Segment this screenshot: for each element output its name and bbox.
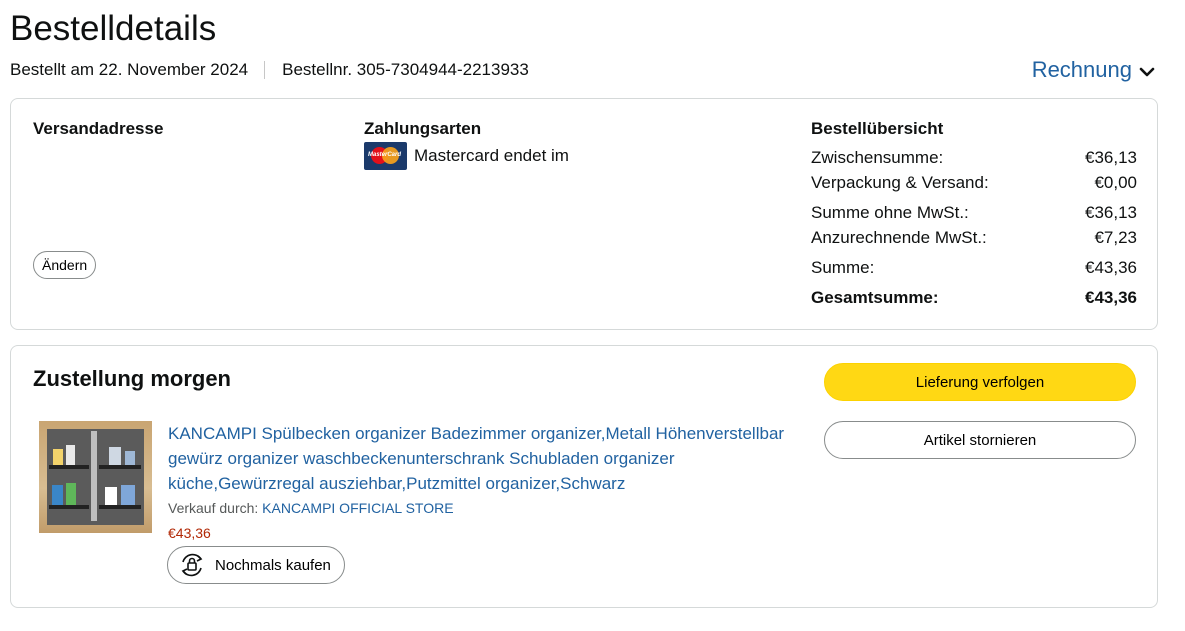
sold-by-label: Verkauf durch: [168,500,259,516]
seller-link[interactable]: KANCAMPI OFFICIAL STORE [262,500,453,516]
delivery-card: Zustellung morgen Lieferung verfolgen Ar… [10,345,1158,608]
order-date: Bestellt am 22. November 2024 [10,60,249,79]
delivery-status-title: Zustellung morgen [33,366,231,391]
chevron-down-icon [1139,58,1155,84]
order-meta: Bestellt am 22. November 2024 Bestellnr.… [10,60,529,80]
invoice-label: Rechnung [1031,56,1132,82]
summary-value: €7,23 [1094,228,1137,247]
summary-value: €36,13 [1085,203,1137,222]
order-summary: Bestellübersicht Zwischensumme: €36,13 V… [811,119,1137,308]
order-details-card: Versandadresse Ändern Zahlungsarten Mast… [10,98,1158,330]
payment-method: MasterCard Mastercard endet im [364,142,569,170]
summary-value: €36,13 [1085,148,1137,167]
payment-text: Mastercard endet im [414,146,569,165]
buy-again-label: Nochmals kaufen [215,556,331,574]
summary-row-total: Gesamtsumme: €43,36 [811,288,1137,308]
summary-value: €0,00 [1094,173,1137,192]
product-title-link[interactable]: KANCAMPI Spülbecken organizer Badezimmer… [168,421,808,496]
summary-label: Summe: [811,258,875,277]
cancel-item-button[interactable]: Artikel stornieren [824,421,1136,459]
order-number: Bestellnr. 305-7304944-2213933 [282,60,529,79]
buy-again-icon [177,550,207,580]
summary-label: Verpackung & Versand: [811,173,989,192]
summary-label: Summe ohne MwSt.: [811,203,969,222]
summary-value: €43,36 [1085,258,1137,277]
summary-row-sum: Summe: €43,36 [811,258,1137,278]
summary-label: Gesamtsumme: [811,288,939,307]
payment-methods-title: Zahlungsarten [364,119,482,138]
page-title: Bestelldetails [10,9,217,48]
summary-row-subtotal: Zwischensumme: €36,13 [811,148,1137,168]
summary-label: Anzurechnende MwSt.: [811,228,987,247]
shipping-address-title: Versandadresse [33,119,164,138]
track-package-button[interactable]: Lieferung verfolgen [824,363,1136,401]
summary-row-net: Summe ohne MwSt.: €36,13 [811,203,1137,223]
sold-by: Verkauf durch: KANCAMPI OFFICIAL STORE [168,500,454,516]
mastercard-icon: MasterCard [364,142,407,170]
change-address-button[interactable]: Ändern [33,251,97,279]
summary-row-vat: Anzurechnende MwSt.: €7,23 [811,228,1137,248]
divider [264,61,266,79]
invoice-dropdown[interactable]: Rechnung [1032,55,1155,84]
order-summary-title: Bestellübersicht [811,119,944,138]
product-image[interactable] [39,421,152,533]
product-price: €43,36 [168,525,211,541]
summary-value: €43,36 [1085,288,1137,307]
summary-row-shipping: Verpackung & Versand: €0,00 [811,173,1137,193]
summary-label: Zwischensumme: [811,148,944,167]
buy-again-button[interactable]: Nochmals kaufen [167,546,345,584]
